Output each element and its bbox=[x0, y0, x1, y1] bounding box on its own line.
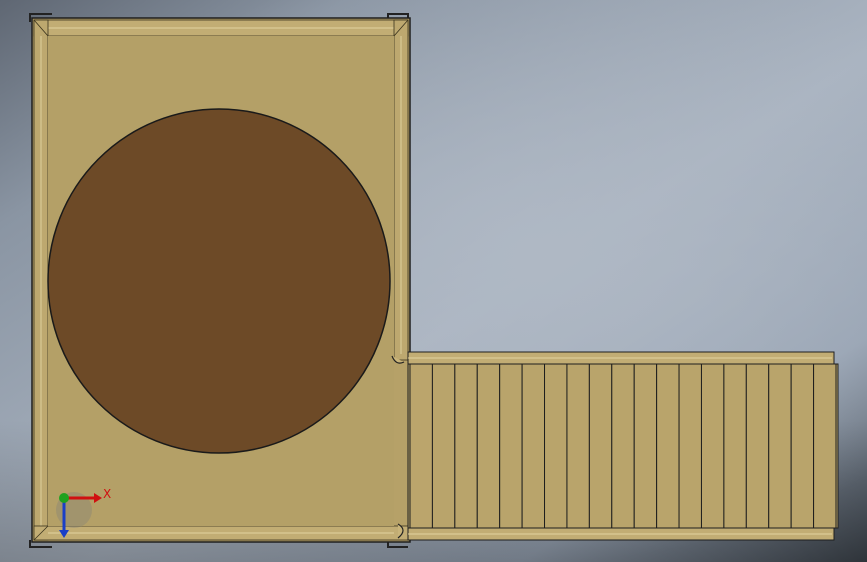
3d-viewport[interactable]: X bbox=[0, 0, 867, 562]
ramp-slat bbox=[768, 363, 792, 529]
ramp-part[interactable] bbox=[407, 351, 839, 541]
ramp-slat bbox=[678, 363, 702, 529]
circular-opening[interactable] bbox=[47, 108, 391, 454]
ramp-slat bbox=[723, 363, 747, 529]
ramp-slat bbox=[521, 363, 546, 529]
ramp-slats bbox=[409, 363, 837, 529]
ramp-slat bbox=[409, 363, 433, 529]
viewport-canvas[interactable]: X bbox=[0, 0, 867, 562]
ramp-slat bbox=[700, 363, 725, 529]
ramp-slat bbox=[431, 363, 456, 529]
ramp-slat bbox=[499, 363, 523, 529]
ramp-slat bbox=[656, 363, 680, 529]
ramp-slat bbox=[566, 363, 590, 529]
ramp-slat bbox=[745, 363, 770, 529]
ramp-slat bbox=[813, 363, 837, 529]
ramp-slat bbox=[588, 363, 613, 529]
ramp-slat bbox=[544, 363, 568, 529]
ramp-slat bbox=[790, 363, 815, 529]
ramp-slat bbox=[476, 363, 501, 529]
ramp-slat bbox=[611, 363, 635, 529]
x-axis-label: X bbox=[103, 487, 111, 501]
ramp-slat bbox=[633, 363, 658, 529]
ramp-slat bbox=[454, 363, 478, 529]
